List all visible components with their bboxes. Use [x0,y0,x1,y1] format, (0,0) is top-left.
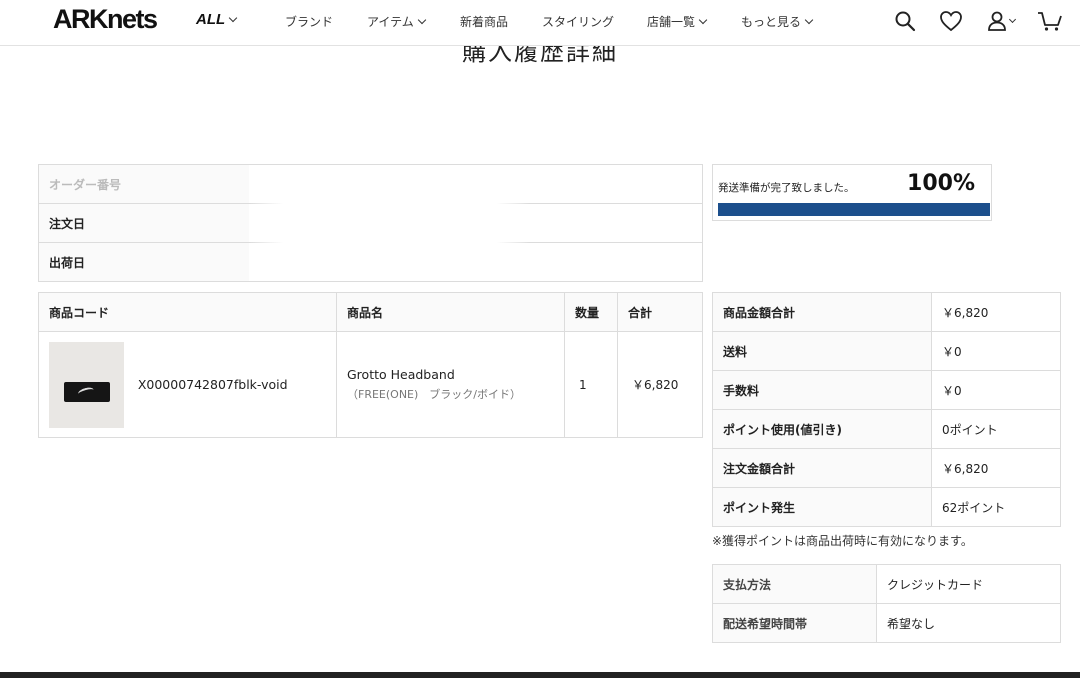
user-menu-button[interactable] [984,8,1018,34]
order-number-label: オーダー番号 [38,164,249,204]
table-row: X00000742807fblk-void Grotto Headband （F… [38,331,703,438]
nav-item[interactable]: アイテム [367,13,427,30]
subtotal-label: 商品金額合計 [712,292,932,332]
table-row: 手数料 ￥0 [712,370,1061,410]
bottom-border [0,672,1080,678]
shipping-progress-card: 発送準備が完了致しました。 100% [712,164,992,221]
product-variant: （FREE(ONE) ブラック/ボイド） [347,388,521,401]
chevron-down-icon [804,15,814,24]
order-date-label: 注文日 [38,203,249,243]
order-total-value: ￥6,820 [931,448,1061,488]
table-row: 支払方法 クレジットカード [712,564,1061,604]
shipping-fee-value: ￥0 [931,331,1061,371]
item-name-cell: Grotto Headband （FREE(ONE) ブラック/ボイド） [336,331,565,438]
product-code: X00000742807fblk-void [137,377,288,392]
nav-brand[interactable]: ブランド [285,13,333,30]
cart-icon[interactable] [1036,8,1064,34]
order-summary-table: 商品金額合計 ￥6,820 送料 ￥0 手数料 ￥0 ポイント使用(値引き) 0… [712,292,1061,527]
nav-new-arrivals[interactable]: 新着商品 [460,13,508,30]
nav-label: アイテム [367,15,414,29]
item-code-cell: X00000742807fblk-void [38,331,337,438]
table-row: 配送希望時間帯 希望なし [712,603,1061,643]
chevron-down-icon [1008,15,1017,23]
col-header-qty: 数量 [564,292,618,332]
nav-label: ブランド [285,15,334,29]
table-row: 送料 ￥0 [712,331,1061,371]
nav-label: もっと見る [741,15,802,29]
chevron-down-icon [228,13,238,22]
all-menu-label: ALL [196,11,226,28]
ship-date-label: 出荷日 [38,242,249,282]
payment-method-label: 支払方法 [712,564,877,604]
item-qty: 1 [564,331,618,438]
table-header-row: 商品コード 商品名 数量 合計 [38,292,703,332]
all-menu-button[interactable]: ALL [196,11,238,28]
handling-fee-label: 手数料 [712,370,932,410]
nav-label: スタイリング [542,15,615,29]
nav-stores[interactable]: 店舗一覧 [647,13,708,30]
nav-label: 新着商品 [460,15,509,29]
points-used-label: ポイント使用(値引き) [712,409,932,449]
item-total: ￥6,820 [617,331,703,438]
col-header-total: 合計 [617,292,703,332]
progress-bar-fill [718,203,990,216]
search-icon[interactable] [891,8,919,34]
chevron-down-icon [698,15,708,24]
order-items-table: 商品コード 商品名 数量 合計 X00000742807fblk-void Gr… [38,292,703,438]
subtotal-value: ￥6,820 [931,292,1061,332]
user-icon [988,11,1006,31]
table-row: ポイント発生 62ポイント [712,487,1061,527]
handling-fee-value: ￥0 [931,370,1061,410]
progress-bar [718,203,990,216]
site-header: ARKnets ALL ブランド アイテム 新着商品 スタイリング 店舗一覧 も… [0,0,1080,46]
chevron-down-icon [417,15,427,24]
nav-more[interactable]: もっと見る [741,13,814,30]
progress-percent: 100% [907,171,975,196]
order-total-label: 注文金額合計 [712,448,932,488]
heart-icon[interactable] [937,8,965,34]
table-row: ポイント使用(値引き) 0ポイント [712,409,1061,449]
payment-method-value: クレジットカード [876,564,1061,604]
col-header-name: 商品名 [336,292,565,332]
redaction-overlay [250,166,530,280]
delivery-time-value: 希望なし [876,603,1061,643]
points-earned-label: ポイント発生 [712,487,932,527]
product-thumbnail[interactable] [49,341,124,428]
table-row: 注文金額合計 ￥6,820 [712,448,1061,488]
table-row: 商品金額合計 ￥6,820 [712,292,1061,332]
shipping-fee-label: 送料 [712,331,932,371]
site-logo[interactable]: ARKnets [53,4,158,35]
payment-info-table: 支払方法 クレジットカード 配送希望時間帯 希望なし [712,564,1061,643]
product-name[interactable]: Grotto Headband [347,367,564,382]
points-used-value: 0ポイント [931,409,1061,449]
nav-label: 店舗一覧 [647,15,696,29]
delivery-time-label: 配送希望時間帯 [712,603,877,643]
points-note: ※獲得ポイントは商品出荷時に有効になります。 [712,534,973,548]
progress-message: 発送準備が完了致しました。 [718,182,855,194]
nav-styling[interactable]: スタイリング [542,13,614,30]
col-header-code: 商品コード [38,292,337,332]
points-earned-value: 62ポイント [931,487,1061,527]
